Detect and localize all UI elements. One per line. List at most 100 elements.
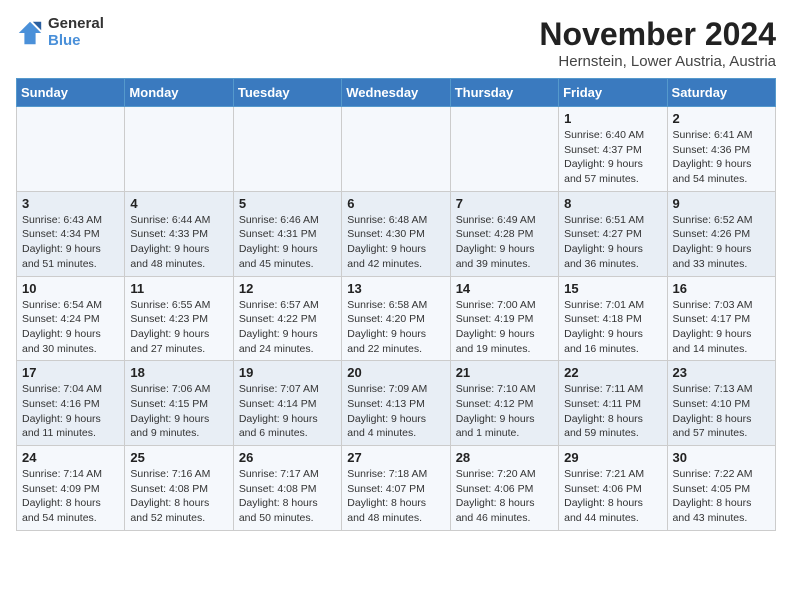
calendar-body: 1Sunrise: 6:40 AM Sunset: 4:37 PM Daylig… (17, 107, 776, 531)
day-info: Sunrise: 7:16 AM Sunset: 4:08 PM Dayligh… (130, 467, 227, 526)
calendar-cell-w1-d1 (17, 107, 125, 192)
day-number: 29 (564, 450, 661, 465)
day-number: 13 (347, 281, 444, 296)
calendar-cell-w2-d5: 7 Sunrise: 6:49 AM Sunset: 4:28 PM Daylig… (450, 191, 558, 276)
day-number: 25 (130, 450, 227, 465)
logo-blue-text: Blue (48, 33, 104, 50)
weekday-header-wednesday: Wednesday (342, 79, 450, 107)
day-info: Sunrise: 6:41 AM Sunset: 4:36 PM Dayligh… (673, 128, 770, 187)
day-number: 15 (564, 281, 661, 296)
calendar-cell-w5-d3: 26 Sunrise: 7:17 AM Sunset: 4:08 PM Dayli… (233, 446, 341, 531)
page-subtitle: Hernstein, Lower Austria, Austria (539, 53, 776, 70)
header: General Blue November 2024 Hernstein, Lo… (16, 16, 776, 70)
day-info: Sunrise: 6:44 AM Sunset: 4:33 PM Dayligh… (130, 213, 227, 272)
day-number: 22 (564, 365, 661, 380)
calendar-cell-w5-d4: 27 Sunrise: 7:18 AM Sunset: 4:07 PM Dayli… (342, 446, 450, 531)
day-info: Sunrise: 7:03 AM Sunset: 4:17 PM Dayligh… (673, 298, 770, 357)
day-info: Sunrise: 6:48 AM Sunset: 4:30 PM Dayligh… (347, 213, 444, 272)
day-number: 21 (456, 365, 553, 380)
calendar-cell-w4-d1: 17 Sunrise: 7:04 AM Sunset: 4:16 PM Dayli… (17, 361, 125, 446)
calendar-cell-w1-d4 (342, 107, 450, 192)
weekday-header-friday: Friday (559, 79, 667, 107)
weekday-header-sunday: Sunday (17, 79, 125, 107)
weekday-header-monday: Monday (125, 79, 233, 107)
day-info: Sunrise: 6:43 AM Sunset: 4:34 PM Dayligh… (22, 213, 119, 272)
calendar-cell-w2-d2: 4Sunrise: 6:44 AM Sunset: 4:33 PM Daylig… (125, 191, 233, 276)
calendar-cell-w4-d6: 22 Sunrise: 7:11 AM Sunset: 4:11 PM Dayli… (559, 361, 667, 446)
day-info: Sunrise: 6:58 AM Sunset: 4:20 PM Dayligh… (347, 298, 444, 357)
calendar-cell-w4-d5: 21 Sunrise: 7:10 AM Sunset: 4:12 PM Dayli… (450, 361, 558, 446)
calendar-cell-w3-d7: 16 Sunrise: 7:03 AM Sunset: 4:17 PM Dayli… (667, 276, 775, 361)
logo-text: General Blue (48, 16, 104, 49)
day-number: 27 (347, 450, 444, 465)
day-number: 19 (239, 365, 336, 380)
calendar-cell-w2-d1: 3 Sunrise: 6:43 AM Sunset: 4:34 PM Daylig… (17, 191, 125, 276)
calendar-cell-w5-d5: 28 Sunrise: 7:20 AM Sunset: 4:06 PM Dayli… (450, 446, 558, 531)
calendar-week-4: 17 Sunrise: 7:04 AM Sunset: 4:16 PM Dayli… (17, 361, 776, 446)
weekday-header-tuesday: Tuesday (233, 79, 341, 107)
calendar-week-2: 3 Sunrise: 6:43 AM Sunset: 4:34 PM Daylig… (17, 191, 776, 276)
logo-icon (16, 19, 44, 47)
day-number: 14 (456, 281, 553, 296)
calendar-header: SundayMondayTuesdayWednesdayThursdayFrid… (17, 79, 776, 107)
day-number: 28 (456, 450, 553, 465)
day-info: Sunrise: 6:40 AM Sunset: 4:37 PM Dayligh… (564, 128, 661, 187)
calendar-cell-w3-d1: 10Sunrise: 6:54 AM Sunset: 4:24 PM Dayli… (17, 276, 125, 361)
day-info: Sunrise: 7:00 AM Sunset: 4:19 PM Dayligh… (456, 298, 553, 357)
day-info: Sunrise: 7:20 AM Sunset: 4:06 PM Dayligh… (456, 467, 553, 526)
day-number: 7 (456, 196, 553, 211)
logo-general-text: General (48, 16, 104, 33)
calendar-cell-w3-d6: 15 Sunrise: 7:01 AM Sunset: 4:18 PM Dayli… (559, 276, 667, 361)
day-info: Sunrise: 7:22 AM Sunset: 4:05 PM Dayligh… (673, 467, 770, 526)
day-number: 18 (130, 365, 227, 380)
day-info: Sunrise: 7:14 AM Sunset: 4:09 PM Dayligh… (22, 467, 119, 526)
day-info: Sunrise: 7:09 AM Sunset: 4:13 PM Dayligh… (347, 382, 444, 441)
day-number: 6 (347, 196, 444, 211)
calendar-cell-w4-d7: 23Sunrise: 7:13 AM Sunset: 4:10 PM Dayli… (667, 361, 775, 446)
calendar-cell-w2-d3: 5 Sunrise: 6:46 AM Sunset: 4:31 PM Daylig… (233, 191, 341, 276)
calendar-cell-w2-d7: 9 Sunrise: 6:52 AM Sunset: 4:26 PM Daylig… (667, 191, 775, 276)
weekday-header-saturday: Saturday (667, 79, 775, 107)
day-number: 2 (673, 111, 770, 126)
day-info: Sunrise: 7:11 AM Sunset: 4:11 PM Dayligh… (564, 382, 661, 441)
day-info: Sunrise: 7:10 AM Sunset: 4:12 PM Dayligh… (456, 382, 553, 441)
day-info: Sunrise: 7:18 AM Sunset: 4:07 PM Dayligh… (347, 467, 444, 526)
day-info: Sunrise: 6:51 AM Sunset: 4:27 PM Dayligh… (564, 213, 661, 272)
day-info: Sunrise: 7:01 AM Sunset: 4:18 PM Dayligh… (564, 298, 661, 357)
page-title: November 2024 (539, 16, 776, 53)
logo: General Blue (16, 16, 104, 49)
calendar-cell-w1-d5 (450, 107, 558, 192)
calendar-week-5: 24Sunrise: 7:14 AM Sunset: 4:09 PM Dayli… (17, 446, 776, 531)
calendar-cell-w1-d2 (125, 107, 233, 192)
day-number: 12 (239, 281, 336, 296)
day-info: Sunrise: 6:49 AM Sunset: 4:28 PM Dayligh… (456, 213, 553, 272)
weekday-header-row: SundayMondayTuesdayWednesdayThursdayFrid… (17, 79, 776, 107)
day-number: 9 (673, 196, 770, 211)
day-info: Sunrise: 7:04 AM Sunset: 4:16 PM Dayligh… (22, 382, 119, 441)
calendar-cell-w1-d6: 1Sunrise: 6:40 AM Sunset: 4:37 PM Daylig… (559, 107, 667, 192)
day-number: 8 (564, 196, 661, 211)
day-number: 17 (22, 365, 119, 380)
calendar-cell-w1-d3 (233, 107, 341, 192)
day-info: Sunrise: 7:17 AM Sunset: 4:08 PM Dayligh… (239, 467, 336, 526)
day-number: 26 (239, 450, 336, 465)
day-number: 5 (239, 196, 336, 211)
day-info: Sunrise: 6:57 AM Sunset: 4:22 PM Dayligh… (239, 298, 336, 357)
day-info: Sunrise: 7:13 AM Sunset: 4:10 PM Dayligh… (673, 382, 770, 441)
calendar-cell-w4-d4: 20Sunrise: 7:09 AM Sunset: 4:13 PM Dayli… (342, 361, 450, 446)
calendar-cell-w1-d7: 2 Sunrise: 6:41 AM Sunset: 4:36 PM Daylig… (667, 107, 775, 192)
calendar-cell-w5-d2: 25 Sunrise: 7:16 AM Sunset: 4:08 PM Dayli… (125, 446, 233, 531)
day-info: Sunrise: 6:46 AM Sunset: 4:31 PM Dayligh… (239, 213, 336, 272)
calendar-cell-w4-d3: 19Sunrise: 7:07 AM Sunset: 4:14 PM Dayli… (233, 361, 341, 446)
calendar-week-3: 10Sunrise: 6:54 AM Sunset: 4:24 PM Dayli… (17, 276, 776, 361)
day-info: Sunrise: 7:21 AM Sunset: 4:06 PM Dayligh… (564, 467, 661, 526)
calendar-cell-w4-d2: 18Sunrise: 7:06 AM Sunset: 4:15 PM Dayli… (125, 361, 233, 446)
day-info: Sunrise: 6:54 AM Sunset: 4:24 PM Dayligh… (22, 298, 119, 357)
calendar-cell-w3-d5: 14 Sunrise: 7:00 AM Sunset: 4:19 PM Dayli… (450, 276, 558, 361)
calendar-cell-w5-d6: 29 Sunrise: 7:21 AM Sunset: 4:06 PM Dayli… (559, 446, 667, 531)
day-number: 3 (22, 196, 119, 211)
day-number: 11 (130, 281, 227, 296)
day-number: 16 (673, 281, 770, 296)
day-info: Sunrise: 6:52 AM Sunset: 4:26 PM Dayligh… (673, 213, 770, 272)
day-info: Sunrise: 6:55 AM Sunset: 4:23 PM Dayligh… (130, 298, 227, 357)
